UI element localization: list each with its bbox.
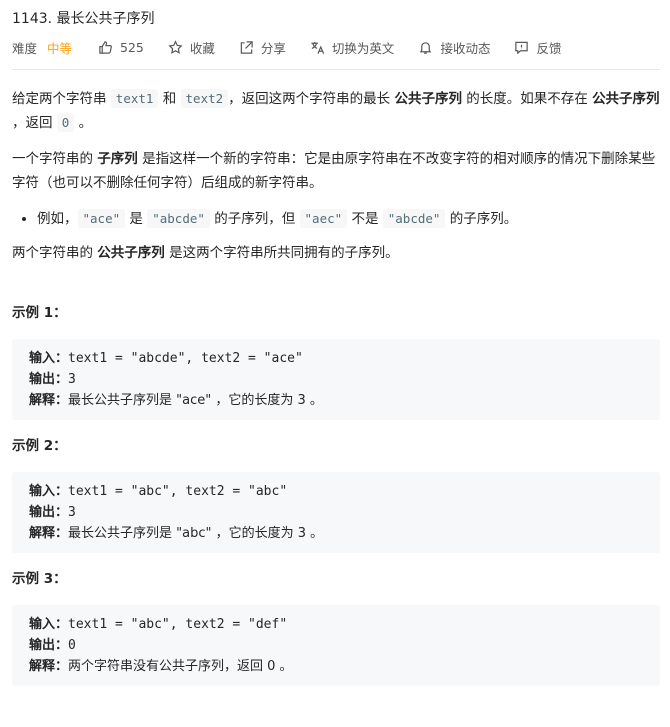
- feedback-icon: [515, 41, 529, 54]
- problem-description: 给定两个字符串 text1 和 text2 ，返回这两个字符串的最长 公共子序列 …: [12, 87, 666, 686]
- example-input: text1 = "abc", text2 = "abc": [68, 484, 288, 499]
- favorite-label: 收藏: [189, 40, 215, 56]
- like-button[interactable]: 525: [98, 40, 144, 55]
- example-explanation: 两个字符串没有公共子序列，返回 0 。: [68, 659, 293, 674]
- inline-code: 0: [56, 113, 75, 132]
- problem-title: 1143. 最长公共子序列: [12, 11, 155, 27]
- share-icon: [240, 40, 253, 54]
- example-1-title: 示例 1：: [12, 305, 67, 321]
- bold-term: 公共子序列: [97, 245, 165, 261]
- difficulty-badge: 中等: [47, 40, 73, 56]
- example-2-block: 输入：text1 = "abc", text2 = "abc" 输出：3 解释：…: [12, 472, 660, 553]
- inline-code: "abcde": [382, 209, 446, 228]
- header-divider: [12, 69, 660, 70]
- input-label: 输入：: [29, 351, 69, 366]
- description-list: 例如，"ace" 是 "abcde" 的子序列，但 "aec" 不是 "abcd…: [12, 207, 666, 231]
- input-label: 输入：: [29, 484, 69, 499]
- translate-button[interactable]: 切换为英文: [310, 38, 395, 57]
- feedback-label: 反馈: [536, 40, 562, 56]
- example-explanation: 最长公共子序列是 "ace" ，它的长度为 3 。: [68, 393, 323, 408]
- bold-term: 公共子序列: [592, 91, 660, 107]
- example-2-title: 示例 2：: [12, 438, 67, 454]
- example-3-block: 输入：text1 = "abc", text2 = "def" 输出：0 解释：…: [12, 605, 660, 686]
- output-label: 输出：: [29, 638, 69, 653]
- example-explanation: 最长公共子序列是 "abc" ，它的长度为 3 。: [68, 526, 324, 541]
- explain-label: 解释：: [29, 393, 69, 408]
- like-count: 525: [120, 39, 144, 55]
- inline-code: "abcde": [147, 209, 210, 228]
- star-icon: [168, 39, 183, 54]
- inline-code: text2: [180, 89, 229, 108]
- problem-meta-bar: 难度 中等 525 收藏 分享 切换为英文 接收动态 反馈: [12, 37, 666, 57]
- example-input: text1 = "abcde", text2 = "ace": [68, 351, 303, 366]
- inline-code: "ace": [77, 209, 126, 228]
- explain-label: 解释：: [29, 526, 69, 541]
- example-output: 3: [68, 505, 76, 520]
- example-3-title: 示例 3：: [12, 571, 67, 587]
- notify-label: 接收动态: [440, 40, 491, 56]
- inline-code: "aec": [299, 209, 348, 228]
- input-label: 输入：: [29, 617, 69, 632]
- translate-label: 切换为英文: [331, 40, 395, 56]
- output-label: 输出：: [29, 505, 69, 520]
- example-output: 3: [68, 372, 76, 387]
- explain-label: 解释：: [29, 659, 69, 674]
- difficulty-label: 难度: [12, 40, 38, 56]
- problem-page: 1143. 最长公共子序列 难度 中等 525 收藏 分享 切换为英文 接收动态…: [0, 10, 670, 686]
- example-output: 0: [68, 638, 76, 653]
- share-label: 分享: [260, 40, 286, 56]
- translate-icon: [311, 41, 325, 54]
- feedback-button[interactable]: 反馈: [514, 38, 561, 57]
- description-paragraph-3: 两个字符串的 公共子序列 是这两个字符串所共同拥有的子序列。: [12, 245, 399, 261]
- notify-button[interactable]: 接收动态: [418, 38, 490, 57]
- list-item: 例如，"ace" 是 "abcde" 的子序列，但 "aec" 不是 "abcd…: [37, 207, 666, 231]
- description-paragraph-2: 一个字符串的 子序列 是指这样一个新的字符串：它是由原字符串在不改变字符的相对顺…: [12, 151, 656, 191]
- output-label: 输出：: [29, 372, 69, 387]
- inline-code: text1: [110, 89, 159, 108]
- bell-icon: [420, 41, 432, 54]
- thumbs-up-icon: [99, 40, 112, 54]
- example-1-block: 输入：text1 = "abcde", text2 = "ace" 输出：3 解…: [12, 339, 660, 420]
- share-button[interactable]: 分享: [239, 38, 286, 57]
- bold-term: 公共子序列: [394, 91, 462, 107]
- description-paragraph-1: 给定两个字符串 text1 和 text2 ，返回这两个字符串的最长 公共子序列 …: [12, 89, 660, 132]
- bold-term: 子序列: [97, 151, 138, 167]
- favorite-button[interactable]: 收藏: [168, 38, 215, 57]
- example-input: text1 = "abc", text2 = "def": [68, 617, 288, 632]
